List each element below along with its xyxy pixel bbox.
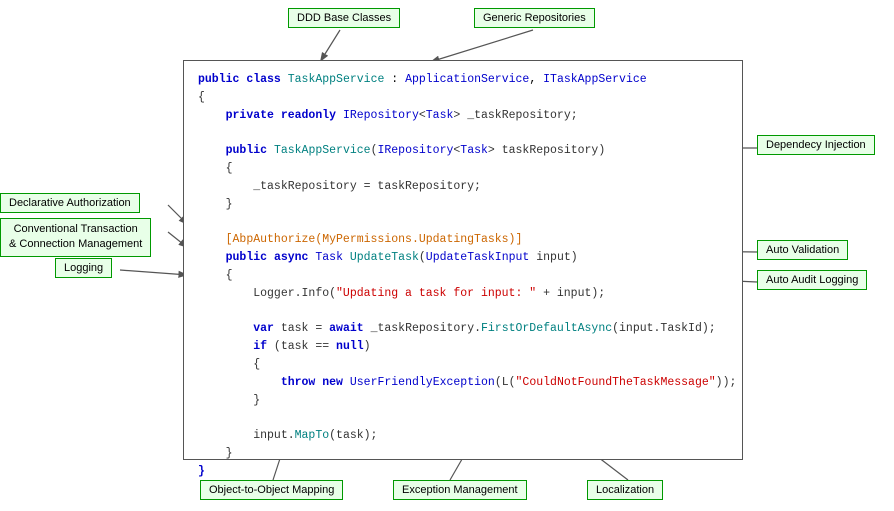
code-line-1: public class TaskAppService : Applicatio… xyxy=(198,71,728,89)
label-dependency-injection: Dependecy Injection xyxy=(757,135,875,155)
code-box: public class TaskAppService : Applicatio… xyxy=(183,60,743,460)
code-line-2: { xyxy=(198,89,728,107)
label-generic-repos: Generic Repositories xyxy=(474,8,595,28)
label-auto-audit: Auto Audit Logging xyxy=(757,270,867,290)
code-line-19: } xyxy=(198,392,728,410)
code-line-18: throw new UserFriendlyException(L("Could… xyxy=(198,374,728,392)
code-line-8: } xyxy=(198,196,728,214)
label-object-mapping: Object-to-Object Mapping xyxy=(200,480,343,500)
code-line-14 xyxy=(198,303,728,321)
label-auto-validation: Auto Validation xyxy=(757,240,848,260)
code-line-3: private readonly IRepository<Task> _task… xyxy=(198,107,728,125)
code-line-13: Logger.Info("Updating a task for input: … xyxy=(198,285,728,303)
code-line-6: { xyxy=(198,160,728,178)
code-line-16: if (task == null) xyxy=(198,338,728,356)
code-line-7: _taskRepository = taskRepository; xyxy=(198,178,728,196)
label-logging: Logging xyxy=(55,258,112,278)
label-declarative-auth: Declarative Authorization xyxy=(0,193,140,213)
code-line-21: input.MapTo(task); xyxy=(198,427,728,445)
label-localization: Localization xyxy=(587,480,663,500)
code-line-15: var task = await _taskRepository.FirstOr… xyxy=(198,320,728,338)
code-line-9 xyxy=(198,214,728,232)
code-line-23: } xyxy=(198,463,728,481)
code-line-22: } xyxy=(198,445,728,463)
label-conventional-tx: Conventional Transaction& Connection Man… xyxy=(0,218,151,257)
code-line-4 xyxy=(198,124,728,142)
label-exception-mgmt: Exception Management xyxy=(393,480,527,500)
label-ddd-base: DDD Base Classes xyxy=(288,8,400,28)
code-line-17: { xyxy=(198,356,728,374)
code-line-12: { xyxy=(198,267,728,285)
code-line-10: [AbpAuthorize(MyPermissions.UpdatingTask… xyxy=(198,231,728,249)
diagram-container: public class TaskAppService : Applicatio… xyxy=(0,0,894,511)
code-line-11: public async Task UpdateTask(UpdateTaskI… xyxy=(198,249,728,267)
code-line-20 xyxy=(198,409,728,427)
code-line-5: public TaskAppService(IRepository<Task> … xyxy=(198,142,728,160)
